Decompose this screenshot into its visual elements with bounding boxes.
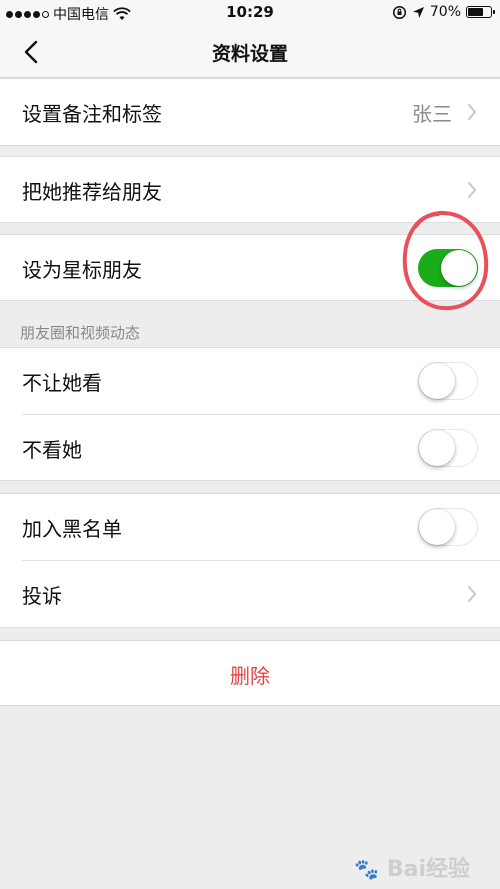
- blacklist-toggle[interactable]: [418, 508, 478, 546]
- blacklist-label: 加入黑名单: [22, 517, 122, 541]
- watermark: 🐾 Bai经验: [354, 851, 470, 883]
- battery-fill: [468, 8, 483, 16]
- toggle-knob: [419, 430, 455, 466]
- report-cell[interactable]: 投诉: [0, 561, 500, 627]
- divider: [22, 414, 500, 415]
- status-bar: 中国电信 10:29 70%: [0, 0, 500, 26]
- star-friend-toggle[interactable]: [418, 249, 478, 287]
- status-right: 70%: [392, 4, 495, 20]
- star-friend-label: 设为星标朋友: [22, 258, 142, 282]
- orientation-lock-icon: [392, 5, 406, 19]
- page-title: 资料设置: [211, 43, 288, 65]
- chevron-right-icon: [468, 104, 476, 120]
- moments-group: 不让她看 不看她: [0, 347, 500, 481]
- location-icon: [412, 6, 424, 18]
- star-friend-cell: 设为星标朋友: [0, 234, 500, 301]
- delete-button[interactable]: 删除: [0, 640, 500, 706]
- hide-her-moments-label: 不看她: [22, 438, 82, 462]
- toggle-knob: [441, 250, 477, 286]
- remark-value: 张三: [412, 102, 452, 126]
- recommend-cell[interactable]: 把她推荐给朋友: [0, 156, 500, 223]
- recommend-label: 把她推荐给朋友: [22, 180, 162, 204]
- watermark-text: Bai经验: [386, 857, 470, 882]
- moments-section-header: 朋友圈和视频动态: [20, 324, 141, 342]
- toggle-knob: [419, 363, 455, 399]
- hide-my-moments-label: 不让她看: [22, 371, 102, 395]
- hide-my-moments-toggle[interactable]: [418, 362, 478, 400]
- toggle-knob: [419, 509, 455, 545]
- delete-label: 删除: [230, 664, 270, 688]
- battery-icon: [466, 6, 495, 18]
- privacy-group: 加入黑名单 投诉: [0, 493, 500, 628]
- remark-label: 设置备注和标签: [22, 102, 162, 126]
- nav-bar: 资料设置: [0, 26, 500, 78]
- remark-cell[interactable]: 设置备注和标签 张三: [0, 78, 500, 146]
- report-label: 投诉: [22, 584, 62, 608]
- chevron-right-icon: [468, 182, 476, 198]
- hide-her-moments-toggle[interactable]: [418, 429, 478, 467]
- chevron-right-icon: [468, 586, 476, 602]
- paw-icon: 🐾: [354, 857, 380, 881]
- battery-percent: 70%: [429, 4, 461, 20]
